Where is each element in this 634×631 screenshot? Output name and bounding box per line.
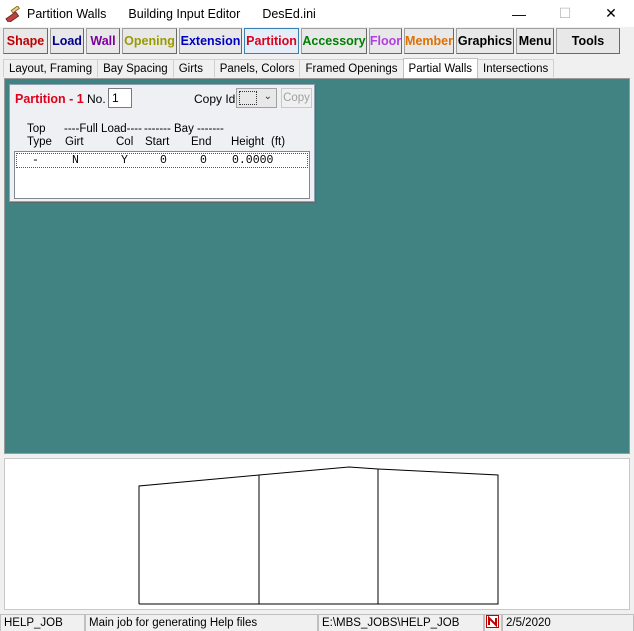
title-bar: Partition Walls Building Input Editor De… [0, 0, 634, 27]
header-bay: ------- Bay ------- [144, 123, 224, 135]
cell-girt[interactable]: N [72, 154, 79, 167]
copy-id-label: Copy Id [194, 92, 236, 106]
status-description: Main job for generating Help files [85, 614, 318, 631]
work-canvas[interactable]: Partition - 1 No. 1 Copy Id ⌄ Copy Top T… [4, 78, 630, 454]
cell-height[interactable]: 0.0000 [232, 154, 273, 167]
status-path: E:\MBS_JOBS\HELP_JOB [318, 614, 484, 631]
load-button[interactable]: Load [50, 28, 84, 54]
copy-button[interactable]: Copy [281, 88, 312, 108]
member-button[interactable]: Member [404, 28, 454, 54]
table-row[interactable]: - N Y 0 0 0.0000 [16, 153, 308, 168]
partition-title: Partition - 1 [15, 92, 84, 106]
header-girt: Girt [65, 136, 84, 148]
partition-no-label: No. [87, 92, 106, 106]
window-ini-file: DesEd.ini [262, 6, 316, 21]
cell-type[interactable]: - [32, 154, 39, 167]
window-title: Partition Walls [27, 6, 107, 21]
tab-framed-openings[interactable]: Framed Openings [299, 59, 404, 77]
minimize-icon[interactable]: — [496, 0, 542, 27]
header-height-unit: (ft) [271, 136, 286, 148]
tools-button[interactable]: Tools [556, 28, 620, 54]
tab-partial-walls[interactable]: Partial Walls [402, 58, 479, 78]
graphics-button[interactable]: Graphics [456, 28, 514, 54]
n-logo-icon [486, 615, 499, 628]
status-bar: HELP_JOB Main job for generating Help fi… [0, 613, 634, 631]
copy-id-focus [239, 91, 257, 105]
partial-walls-grid[interactable]: - N Y 0 0 0.0000 [14, 151, 310, 199]
tab-intersections[interactable]: Intersections [477, 59, 555, 77]
header-top: Top [27, 123, 46, 135]
wall-button[interactable]: Wall [86, 28, 120, 54]
cell-start[interactable]: 0 [160, 154, 167, 167]
header-full-load: ----Full Load---- [64, 123, 142, 135]
partition-button[interactable]: Partition [244, 28, 299, 54]
cell-end[interactable]: 0 [200, 154, 207, 167]
wall-tabs: Layout, Framing Bay Spacing Girts Panels… [3, 58, 555, 78]
tab-panels-colors[interactable]: Panels, Colors [213, 59, 301, 77]
status-date: 2/5/2020 [502, 614, 634, 631]
chevron-down-icon: ⌄ [263, 91, 272, 102]
header-end: End [191, 136, 212, 148]
partition-no-input[interactable]: 1 [108, 88, 132, 108]
menu-button[interactable]: Menu [516, 28, 554, 54]
partition-panel: Partition - 1 No. 1 Copy Id ⌄ Copy Top T… [9, 84, 315, 202]
header-start: Start [145, 136, 170, 148]
opening-button[interactable]: Opening [122, 28, 177, 54]
main-toolbar: Shape Load Wall Opening Extension Partit… [3, 28, 622, 54]
tab-bay-spacing[interactable]: Bay Spacing [97, 59, 174, 77]
close-icon[interactable]: ✕ [588, 0, 634, 27]
copy-id-select[interactable]: ⌄ [236, 88, 277, 108]
building-elevation-view[interactable] [4, 458, 630, 610]
header-height: Height [231, 136, 265, 148]
accessory-button[interactable]: Accessory [301, 28, 367, 54]
cell-col[interactable]: Y [121, 154, 128, 167]
pencil-ruler-icon[interactable] [5, 4, 21, 23]
status-job: HELP_JOB [0, 614, 85, 631]
floor-button[interactable]: Floor [369, 28, 402, 54]
extension-button[interactable]: Extension [179, 28, 242, 54]
maximize-icon[interactable]: ☐ [542, 0, 588, 27]
window-subtitle: Building Input Editor [128, 6, 241, 21]
tab-layout-framing[interactable]: Layout, Framing [3, 59, 99, 77]
header-type: Type [27, 136, 52, 148]
tab-girts[interactable]: Girts [172, 59, 215, 77]
header-col: Col [116, 136, 134, 148]
shape-button[interactable]: Shape [3, 28, 48, 54]
elevation-drawing [138, 466, 499, 605]
